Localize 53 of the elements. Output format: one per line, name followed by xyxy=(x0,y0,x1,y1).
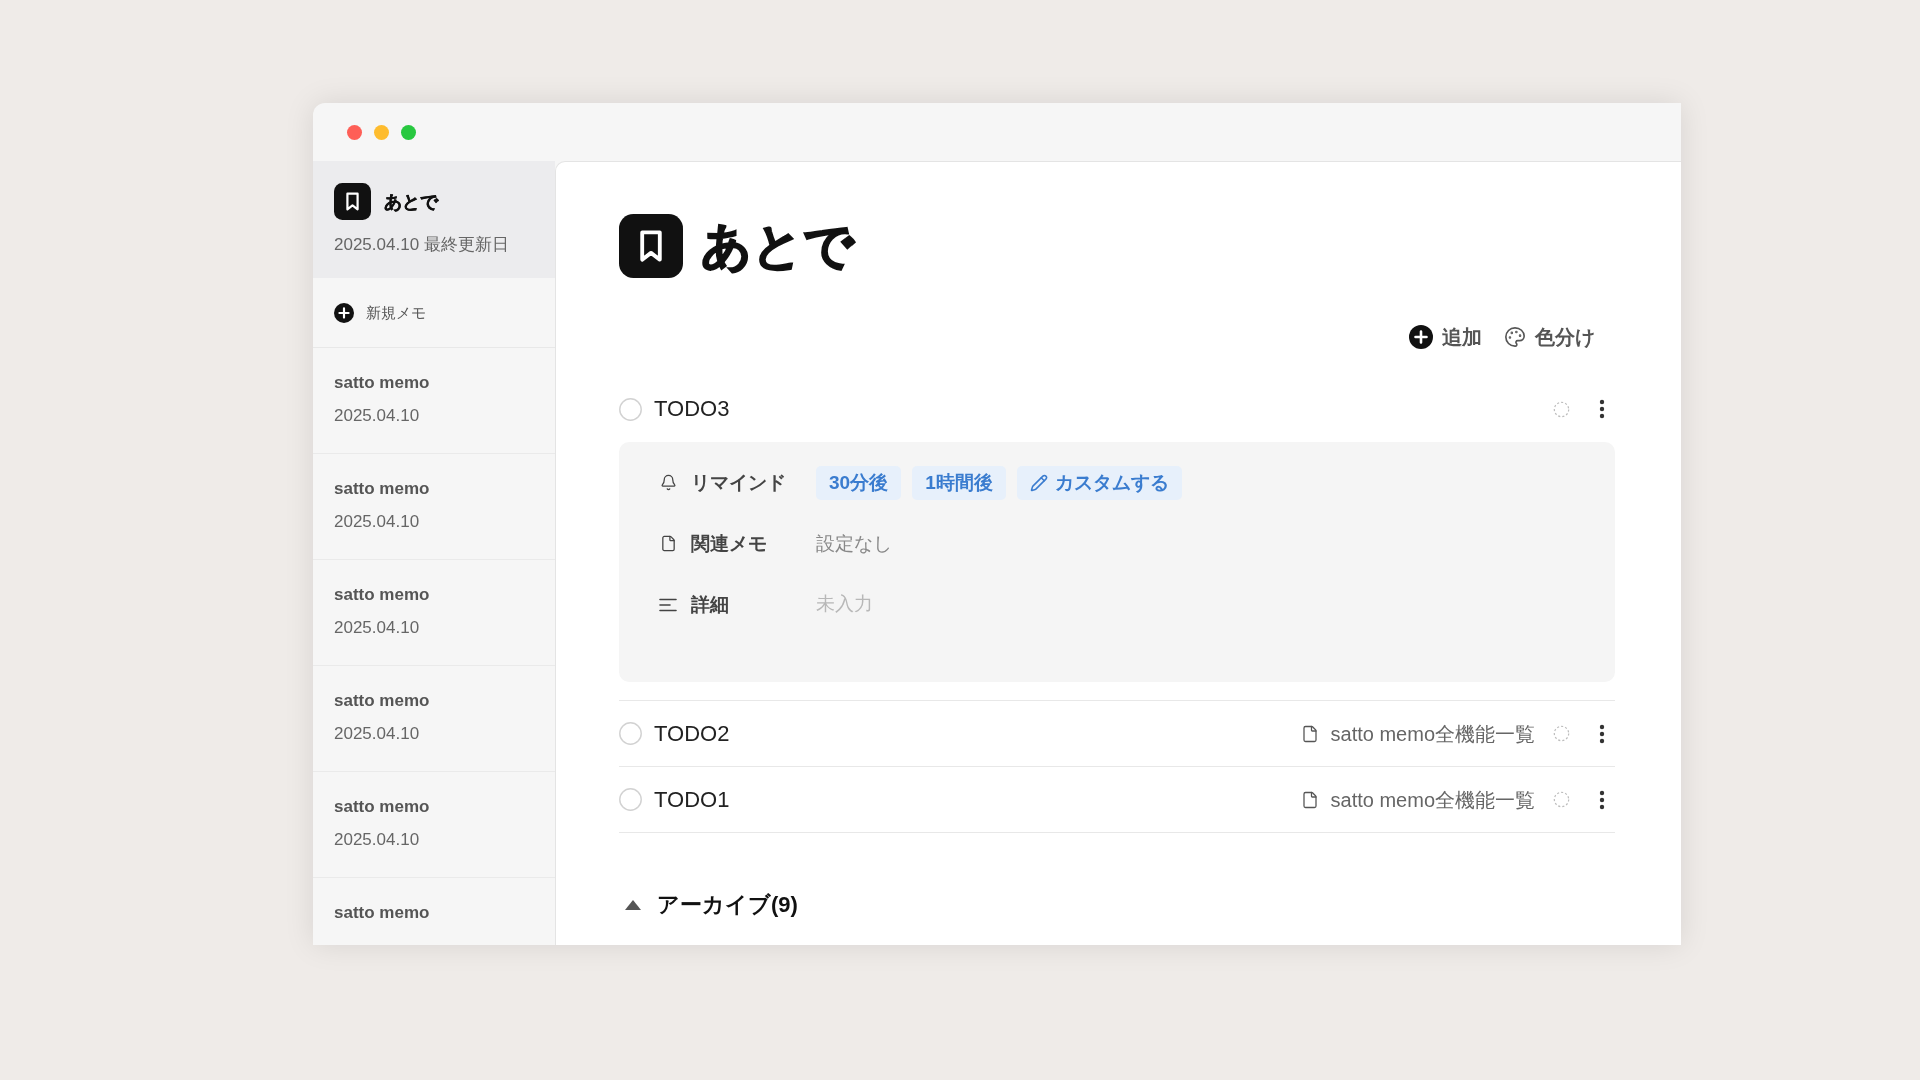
bookmark-icon xyxy=(619,214,683,278)
dashed-circle-icon[interactable] xyxy=(1553,400,1570,418)
memo-title: satto memo xyxy=(334,585,430,604)
dashed-circle-icon[interactable] xyxy=(1553,791,1570,808)
memo-title: satto memo xyxy=(334,373,430,392)
text-lines-icon xyxy=(659,597,677,612)
memo-title: satto memo xyxy=(334,797,430,816)
window-minimize-icon[interactable] xyxy=(374,124,389,140)
reminder-option-button[interactable]: カスタムする xyxy=(1016,465,1182,500)
bell-icon xyxy=(659,474,677,491)
page-heading: あとで xyxy=(701,217,854,276)
memo-date: 2025.04.10 xyxy=(334,724,420,743)
detail-label: 詳細 xyxy=(691,592,729,617)
linked-memo-link[interactable]: satto memo全機能一覧 xyxy=(1300,787,1535,812)
memo-date: 2025.04.10 xyxy=(334,830,420,849)
memo-date: 2025.04.10 xyxy=(334,406,420,425)
palette-icon xyxy=(1504,326,1526,348)
kebab-menu-icon[interactable] xyxy=(1599,723,1605,744)
linked-memo-link[interactable]: satto memo全機能一覧 xyxy=(1300,721,1535,746)
new-memo-button[interactable]: 新規メモ xyxy=(334,302,426,323)
archive-toggle[interactable]: アーカイブ(9) xyxy=(619,891,798,919)
add-button[interactable]: 追加 xyxy=(1409,324,1482,350)
window-close-icon[interactable] xyxy=(347,124,362,140)
plus-circle-icon xyxy=(334,302,354,323)
bookmark-icon xyxy=(334,183,371,220)
kebab-menu-icon[interactable] xyxy=(1599,399,1605,419)
memo-title: satto memo xyxy=(334,903,430,922)
dashed-circle-icon[interactable] xyxy=(1553,725,1570,742)
kebab-menu-icon[interactable] xyxy=(1599,789,1605,810)
document-icon xyxy=(659,535,677,552)
todo-title: TODO2 xyxy=(654,719,730,748)
todo-checkbox[interactable] xyxy=(619,397,642,421)
todo-title: TODO3 xyxy=(654,395,730,423)
todo-title: TODO1 xyxy=(654,785,730,814)
memo-date: 2025.04.10 xyxy=(334,512,420,531)
color-coding-button[interactable]: 色分け xyxy=(1504,324,1595,350)
todo-checkbox[interactable] xyxy=(619,722,642,745)
page-updated-date: 2025.04.10 最終更新日 xyxy=(334,235,509,254)
memo-date: 2025.04.10 xyxy=(334,618,420,637)
plus-circle-icon xyxy=(1409,325,1433,349)
detail-label: 関連メモ xyxy=(691,531,767,556)
memo-title: satto memo xyxy=(334,691,430,710)
page-title: あとで xyxy=(384,190,438,214)
memo-title: satto memo xyxy=(334,479,430,498)
window-zoom-icon[interactable] xyxy=(401,124,416,140)
todo-checkbox[interactable] xyxy=(619,788,642,811)
document-icon xyxy=(1300,724,1319,743)
document-icon xyxy=(1300,790,1319,809)
reminder-option-button[interactable]: 30分後 xyxy=(816,465,902,500)
reminder-option-button[interactable]: 1時間後 xyxy=(912,465,1006,500)
detail-label: リマインド xyxy=(691,470,786,495)
pencil-icon xyxy=(1029,473,1048,492)
detail-field[interactable]: 未入力 xyxy=(816,590,878,619)
